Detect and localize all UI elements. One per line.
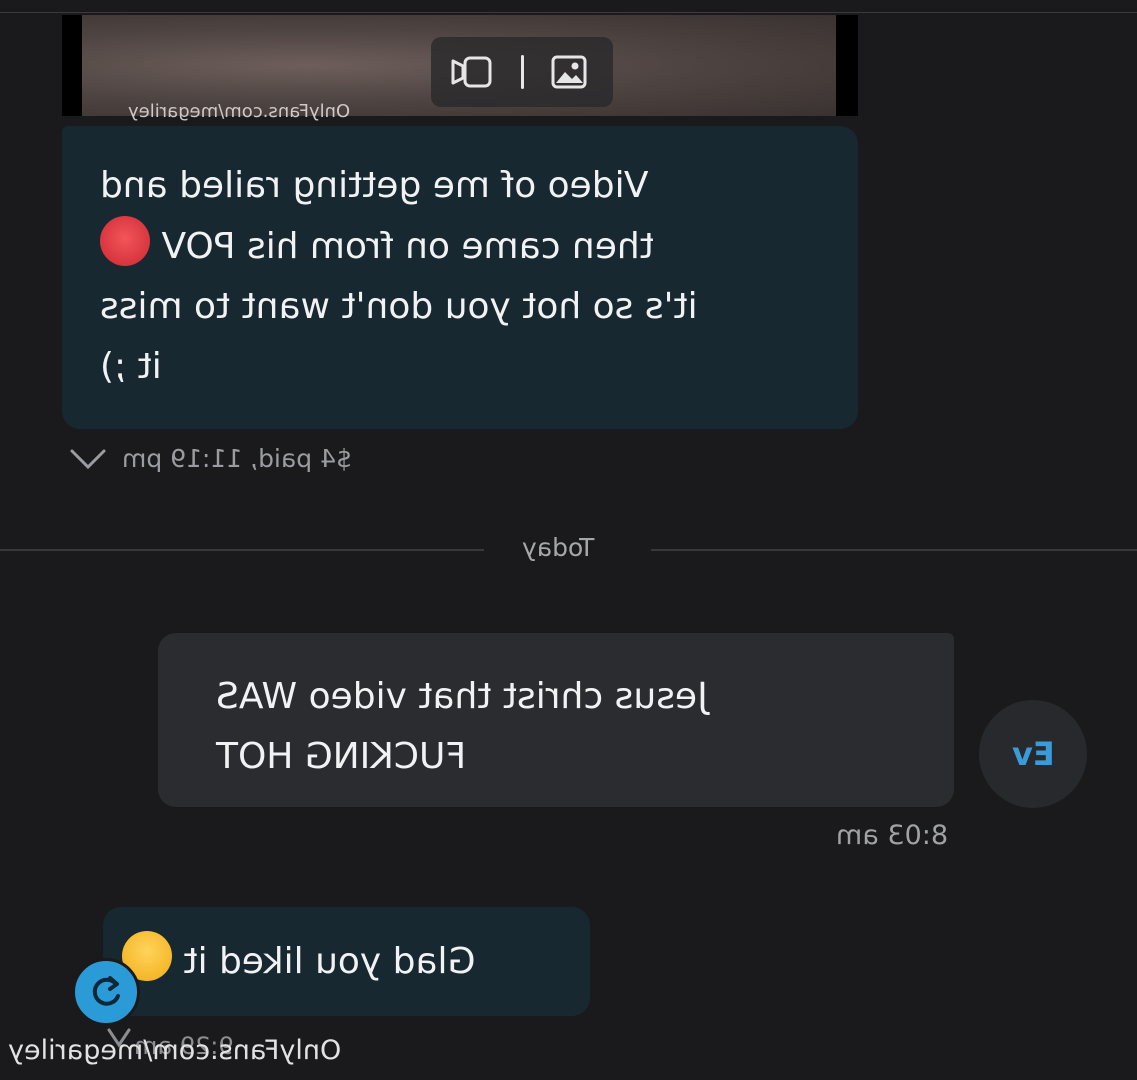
resend-button[interactable] xyxy=(72,958,140,1026)
message-line: Jesus christ that video WAS xyxy=(216,676,708,717)
message-bubble-incoming[interactable]: Video of me getting railed and then came… xyxy=(62,126,858,429)
message-text: Video of me getting railed and then came… xyxy=(100,156,820,397)
message-line: FUCKING HOT xyxy=(216,736,467,777)
chat-screen: OnlyFans.com/megariley Video of me getti… xyxy=(0,0,1137,1080)
message-line: then came on from his POV xyxy=(100,216,820,277)
chevron-down-icon[interactable] xyxy=(68,447,108,471)
media-tool-separator xyxy=(521,55,524,89)
day-divider-line xyxy=(0,549,484,551)
page-watermark: OnlyFans.com/megariley xyxy=(8,1035,342,1066)
hot-face-emoji-icon xyxy=(100,216,150,266)
avatar-initials: Ev xyxy=(1011,735,1055,773)
media-preview[interactable]: OnlyFans.com/megariley xyxy=(62,15,858,122)
avatar[interactable]: Ev xyxy=(979,700,1087,808)
image-icon xyxy=(551,55,587,89)
message-line: Video of me getting railed and xyxy=(100,165,649,206)
message-meta: $4 paid, 11:19 pm xyxy=(122,444,352,473)
day-divider-line xyxy=(651,549,1137,551)
message-line: it's so hot you don't want to miss xyxy=(100,286,698,327)
top-divider xyxy=(0,12,1137,13)
video-camera-icon xyxy=(451,56,492,88)
message-time: 8:03 am xyxy=(836,820,949,851)
media-type-indicator xyxy=(431,37,613,107)
message-bubble-outgoing[interactable]: Jesus christ that video WAS FUCKING HOT xyxy=(158,633,954,807)
message-bubble-incoming[interactable]: Glad you liked it xyxy=(103,907,590,1016)
refresh-icon xyxy=(92,976,120,1006)
message-line: Glad you liked it xyxy=(122,931,552,992)
message-line: it ;) xyxy=(100,346,162,387)
day-divider-label: Today xyxy=(522,533,595,562)
message-text: Glad you liked it xyxy=(122,931,552,992)
media-watermark: OnlyFans.com/megariley xyxy=(128,101,351,122)
message-text: Jesus christ that video WAS FUCKING HOT xyxy=(216,667,916,787)
